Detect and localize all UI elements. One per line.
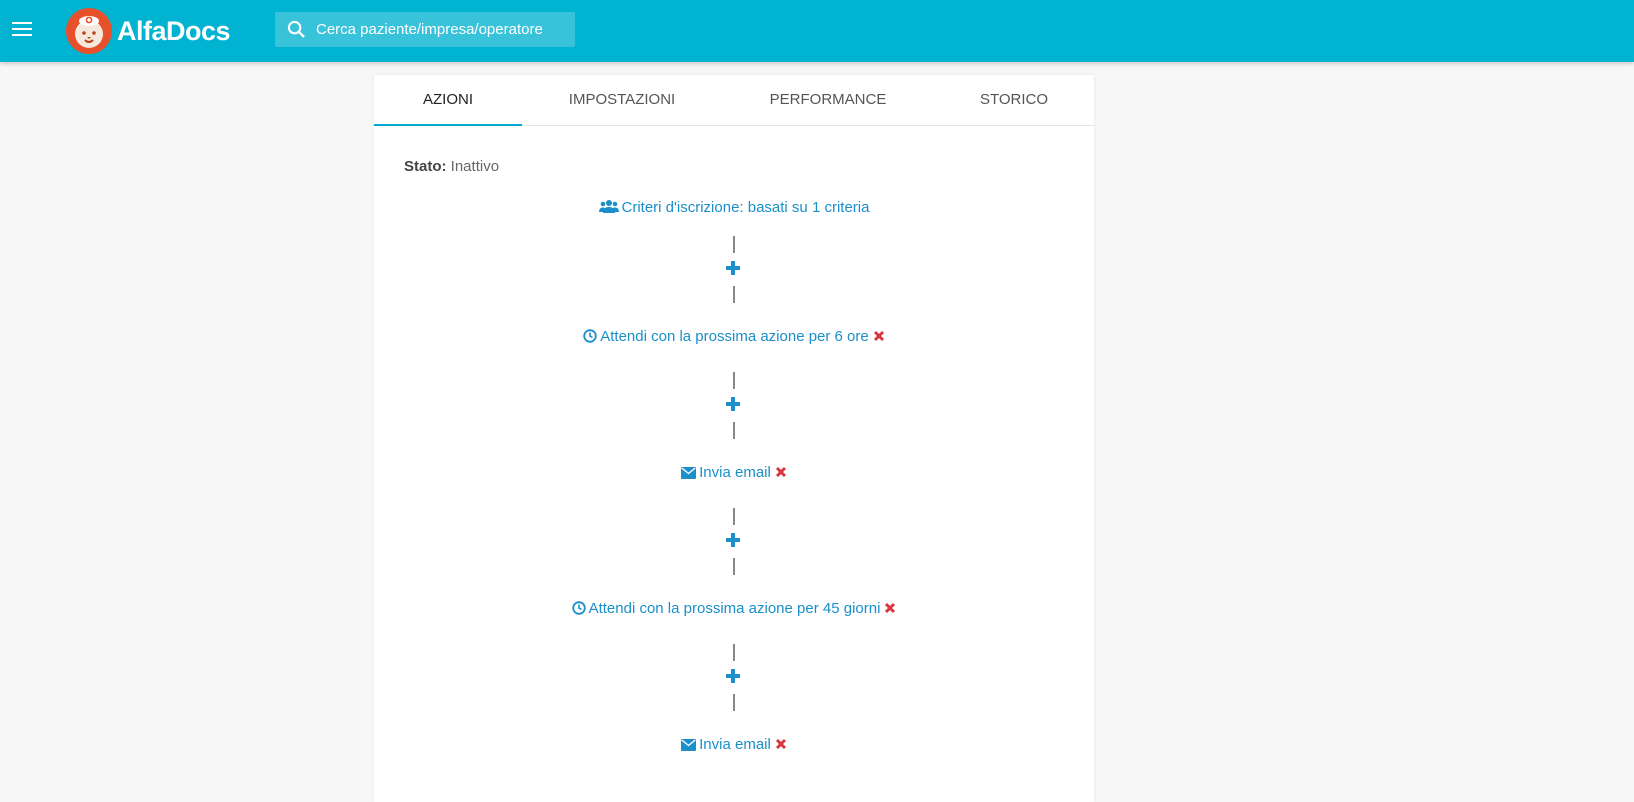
delete-icon[interactable] (873, 330, 885, 342)
criteria-link[interactable]: Criteri d'iscrizione: basati su 1 criter… (374, 199, 1094, 216)
envelope-icon (681, 467, 697, 479)
connector-line (733, 558, 735, 575)
status-line: Stato: Inattivo (404, 158, 499, 175)
connector-line (733, 508, 735, 525)
add-action-plus-icon[interactable] (726, 533, 740, 547)
campaign-card: AZIONI IMPOSTAZIONI PERFORMANCE STORICO … (374, 75, 1094, 802)
action-label: Invia email (699, 464, 771, 481)
search-input[interactable] (314, 20, 568, 39)
add-action-plus-icon[interactable] (726, 669, 740, 683)
lion-logo-icon (66, 8, 112, 54)
action-wait[interactable]: Attendi con la prossima azione per 6 ore (374, 328, 1094, 345)
action-label: Attendi con la prossima azione per 45 gi… (588, 600, 881, 617)
clock-icon (583, 329, 597, 343)
action-send-email[interactable]: Invia email (374, 736, 1094, 753)
delete-icon[interactable] (884, 602, 896, 614)
connector-line (733, 372, 735, 389)
status-value: Inattivo (450, 158, 500, 175)
tab-storico[interactable]: STORICO (934, 75, 1094, 125)
connector-line (733, 236, 735, 253)
tab-azioni[interactable]: AZIONI (374, 75, 522, 126)
envelope-icon (681, 739, 697, 751)
tab-bar: AZIONI IMPOSTAZIONI PERFORMANCE STORICO (374, 75, 1094, 126)
delete-icon[interactable] (775, 466, 787, 478)
add-action-plus-icon[interactable] (726, 261, 740, 275)
top-bar: AlfaDocs (0, 0, 1634, 62)
clock-icon (571, 601, 586, 615)
search-icon (287, 20, 305, 38)
action-send-email[interactable]: Invia email (374, 464, 1094, 481)
search-box[interactable] (275, 12, 575, 47)
connector-line (733, 644, 735, 661)
tab-impostazioni[interactable]: IMPOSTAZIONI (522, 75, 722, 125)
add-action-plus-icon[interactable] (726, 397, 740, 411)
action-wait[interactable]: Attendi con la prossima azione per 45 gi… (374, 600, 1094, 617)
users-icon (598, 200, 619, 213)
action-label: Attendi con la prossima azione per 6 ore (600, 328, 869, 345)
action-label: Invia email (699, 736, 771, 753)
connector-line (733, 694, 735, 711)
status-label: Stato: (404, 158, 447, 175)
delete-icon[interactable] (775, 738, 787, 750)
connector-line (733, 286, 735, 303)
connector-line (733, 422, 735, 439)
tab-performance[interactable]: PERFORMANCE (722, 75, 934, 125)
criteria-label: Criteri d'iscrizione: basati su 1 criter… (621, 199, 870, 216)
app-name: AlfaDocs (117, 15, 231, 46)
menu-icon[interactable] (12, 21, 32, 37)
logo[interactable]: AlfaDocs (65, 7, 231, 55)
